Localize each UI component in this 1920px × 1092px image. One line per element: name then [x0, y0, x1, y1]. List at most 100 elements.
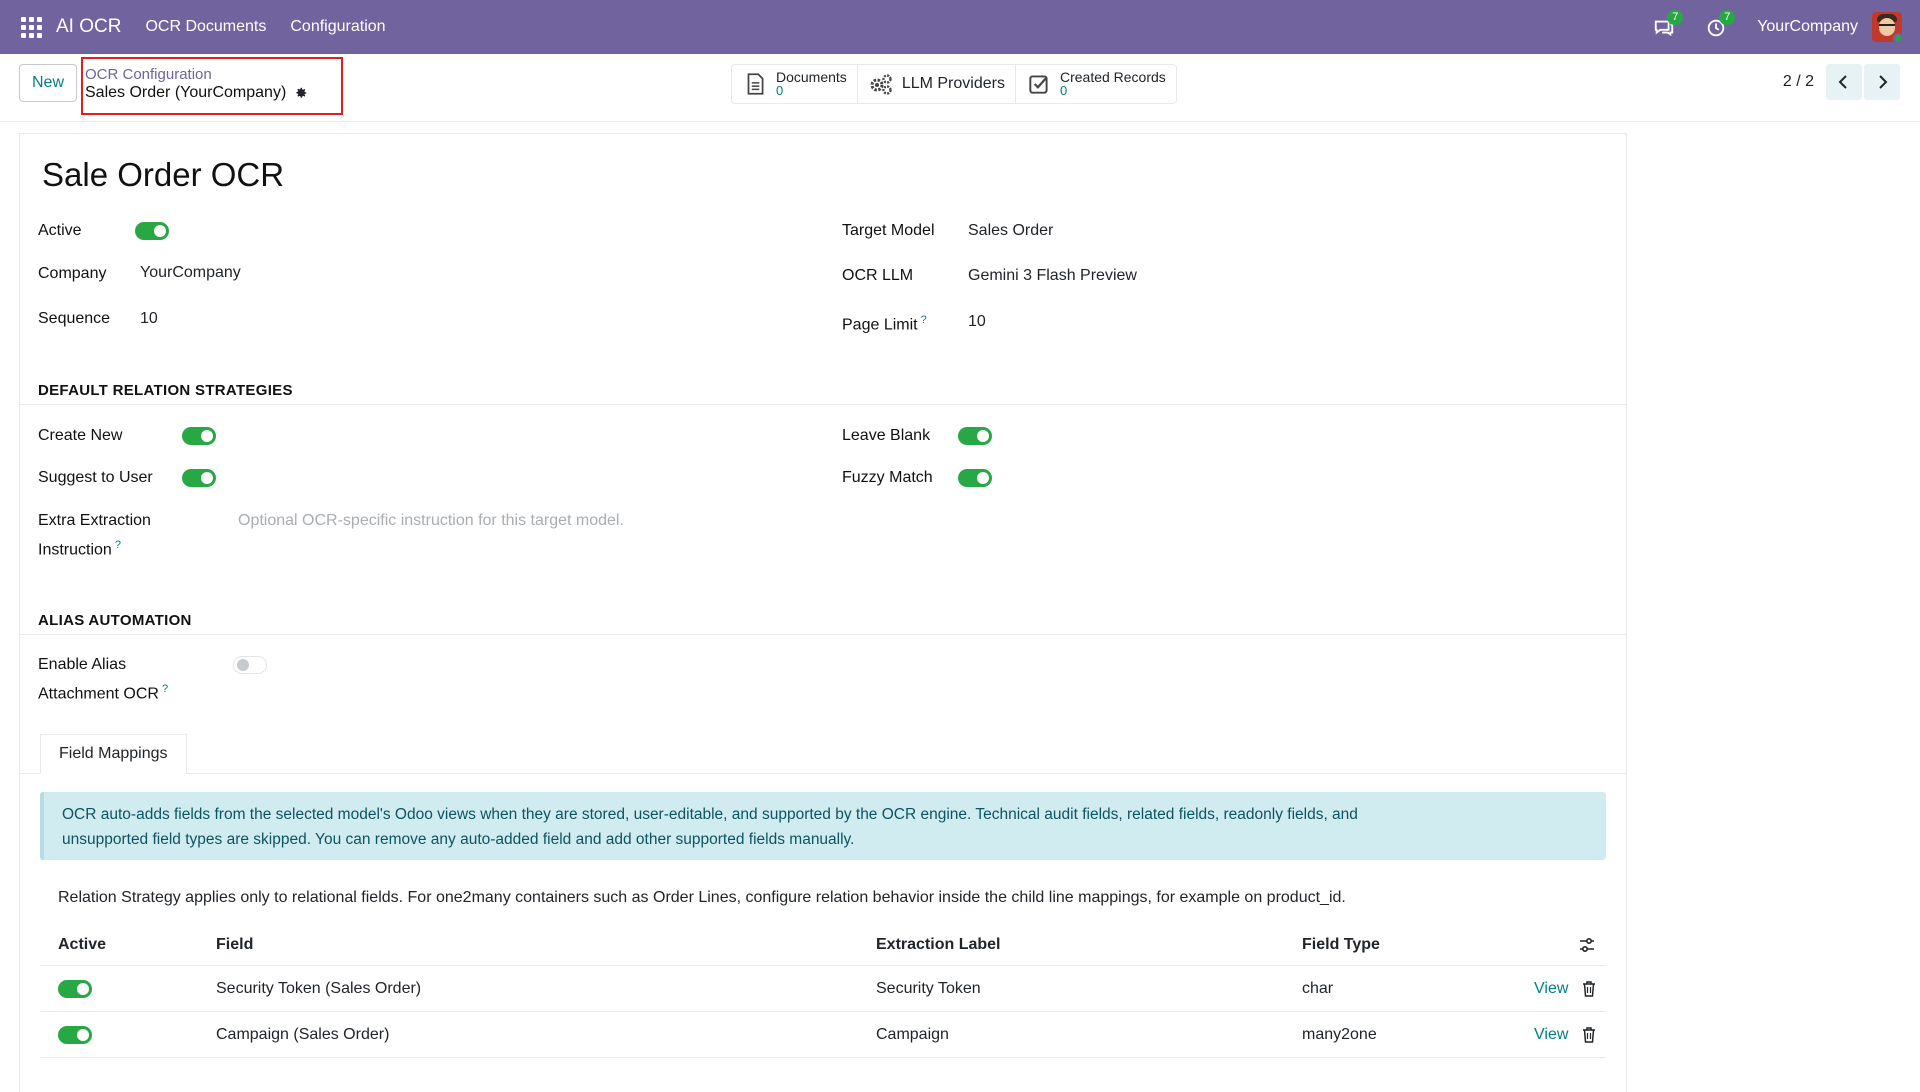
table-header: Active Field Extraction Label Field Type: [40, 924, 1606, 966]
breadcrumb: OCR Configuration Sales Order (YourCompa…: [81, 57, 343, 115]
column-settings-icon[interactable]: [1578, 936, 1596, 954]
column-header-extraction-label[interactable]: Extraction Label: [876, 936, 1000, 954]
breadcrumb-parent-link[interactable]: OCR Configuration: [85, 66, 212, 83]
alert-line-1: OCR auto-adds fields from the selected m…: [62, 806, 1358, 823]
section-divider: [20, 634, 1626, 635]
trash-icon[interactable]: [1582, 1026, 1596, 1043]
top-navbar: AI OCR OCR Documents Configuration 7 7 Y…: [0, 0, 1920, 54]
checkbox-icon: [1029, 75, 1048, 94]
create-new-toggle[interactable]: [182, 427, 216, 445]
messages-button[interactable]: 7: [1653, 10, 1684, 40]
cogs-icon: [870, 74, 892, 95]
menu-ocr-documents[interactable]: OCR Documents: [145, 18, 266, 36]
page-limit-help-icon[interactable]: ?: [921, 314, 927, 326]
enable-alias-help-icon[interactable]: ?: [162, 683, 168, 695]
row-field-type[interactable]: char: [1302, 980, 1333, 998]
documents-smart-button[interactable]: Documents 0: [732, 65, 858, 103]
sequence-label: Sequence: [38, 310, 111, 327]
target-model-field[interactable]: Sales Order: [968, 222, 1053, 240]
document-icon: [747, 73, 764, 95]
row-field[interactable]: Security Token (Sales Order): [216, 980, 421, 998]
alias-section-title: ALIAS AUTOMATION: [38, 612, 192, 629]
enable-alias-label-line1: Enable Alias: [38, 656, 127, 673]
pager-next-button[interactable]: [1864, 64, 1900, 100]
pager-value[interactable]: 2 / 2: [1783, 73, 1814, 91]
record-name: Sales Order (YourCompany): [85, 84, 287, 101]
field-mappings-table: Active Field Extraction Label Field Type…: [40, 924, 1606, 1058]
created-records-label: Created Records: [1059, 69, 1166, 85]
enable-alias-toggle[interactable]: [233, 656, 267, 674]
activities-button[interactable]: 7: [1705, 10, 1736, 40]
breadcrumb-current: Sales Order (YourCompany): [85, 84, 308, 102]
row-view-button[interactable]: View: [1534, 980, 1568, 998]
extra-instruction-label-line2: Instruction: [38, 541, 112, 559]
chevron-right-icon: [1879, 75, 1888, 89]
suggest-to-user-label: Suggest to User: [38, 469, 153, 486]
fuzzy-match-label: Fuzzy Match: [842, 469, 933, 486]
company-field[interactable]: YourCompany: [140, 264, 241, 282]
app-grid-icon[interactable]: [20, 16, 42, 38]
menu-configuration[interactable]: Configuration: [290, 18, 385, 36]
sequence-field[interactable]: 10: [140, 310, 158, 328]
active-toggle[interactable]: [135, 222, 169, 240]
target-model-label: Target Model: [842, 222, 935, 239]
pager: 2 / 2: [1783, 64, 1900, 100]
row-active-toggle[interactable]: [58, 1026, 92, 1044]
column-header-active[interactable]: Active: [58, 936, 106, 954]
relation-strategy-note: Relation Strategy applies only to relati…: [58, 889, 1346, 906]
table-row[interactable]: Campaign (Sales Order) Campaign many2one…: [40, 1012, 1606, 1058]
llm-providers-smart-button[interactable]: LLM Providers: [858, 65, 1016, 103]
row-field-type[interactable]: many2one: [1302, 1026, 1377, 1044]
alert-line-2: unsupported field types are skipped. You…: [62, 831, 855, 848]
llm-providers-label: LLM Providers: [901, 75, 1005, 92]
created-records-smart-button[interactable]: Created Records 0: [1016, 65, 1176, 103]
row-view-button[interactable]: View: [1534, 1026, 1568, 1044]
documents-count: 0: [776, 83, 784, 98]
trash-icon[interactable]: [1582, 980, 1596, 997]
row-extraction-label[interactable]: Campaign: [876, 1026, 949, 1044]
enable-alias-label: Enable Alias Attachment OCR?: [38, 652, 168, 706]
column-header-field-type[interactable]: Field Type: [1302, 936, 1380, 954]
new-button[interactable]: New: [19, 64, 78, 102]
created-records-count: 0: [1059, 83, 1068, 98]
company-switcher[interactable]: YourCompany: [1757, 18, 1858, 36]
app-name[interactable]: AI OCR: [56, 16, 121, 38]
relation-section-title: DEFAULT RELATION STRATEGIES: [38, 382, 293, 399]
leave-blank-label: Leave Blank: [842, 427, 931, 444]
chevron-left-icon: [1838, 75, 1847, 89]
extra-instruction-input[interactable]: Optional OCR-specific instruction for th…: [238, 512, 624, 530]
form-sheet: Sale Order OCR Active Company YourCompan…: [19, 133, 1627, 1092]
company-label: Company: [38, 265, 107, 282]
leave-blank-toggle[interactable]: [958, 427, 992, 445]
page-limit-field[interactable]: 10: [968, 313, 986, 331]
gear-icon[interactable]: [294, 86, 308, 100]
extra-instruction-label-line1: Extra Extraction: [38, 512, 151, 529]
ocr-llm-label: OCR LLM: [842, 267, 914, 284]
section-divider: [20, 404, 1626, 405]
page-limit-label-wrap: Page Limit?: [842, 308, 927, 337]
extra-instruction-label: Extra Extraction Instruction?: [38, 508, 151, 562]
smart-buttons: Documents 0 LLM Providers Created Record…: [731, 64, 1177, 104]
pager-previous-button[interactable]: [1826, 64, 1862, 100]
row-extraction-label[interactable]: Security Token: [876, 980, 981, 998]
table-row[interactable]: Security Token (Sales Order) Security To…: [40, 966, 1606, 1012]
row-field[interactable]: Campaign (Sales Order): [216, 1026, 389, 1044]
documents-label: Documents: [776, 69, 847, 85]
active-label: Active: [38, 222, 82, 239]
messages-counter: 7: [1667, 10, 1684, 25]
fuzzy-match-toggle[interactable]: [958, 469, 992, 487]
record-title[interactable]: Sale Order OCR: [42, 156, 284, 194]
enable-alias-label-line2: Attachment OCR: [38, 685, 159, 703]
extra-instruction-help-icon[interactable]: ?: [115, 539, 121, 551]
create-new-label: Create New: [38, 427, 123, 444]
tab-divider: [20, 773, 1626, 774]
ocr-llm-field[interactable]: Gemini 3 Flash Preview: [968, 267, 1137, 285]
row-active-toggle[interactable]: [58, 980, 92, 998]
control-panel: New OCR Configuration Sales Order (YourC…: [0, 54, 1920, 122]
suggest-to-user-toggle[interactable]: [182, 469, 216, 487]
page-limit-label: Page Limit: [842, 316, 918, 334]
user-avatar[interactable]: [1872, 12, 1902, 42]
activities-counter: 7: [1719, 10, 1736, 25]
column-header-field[interactable]: Field: [216, 936, 253, 954]
tab-field-mappings[interactable]: Field Mappings: [40, 734, 187, 774]
